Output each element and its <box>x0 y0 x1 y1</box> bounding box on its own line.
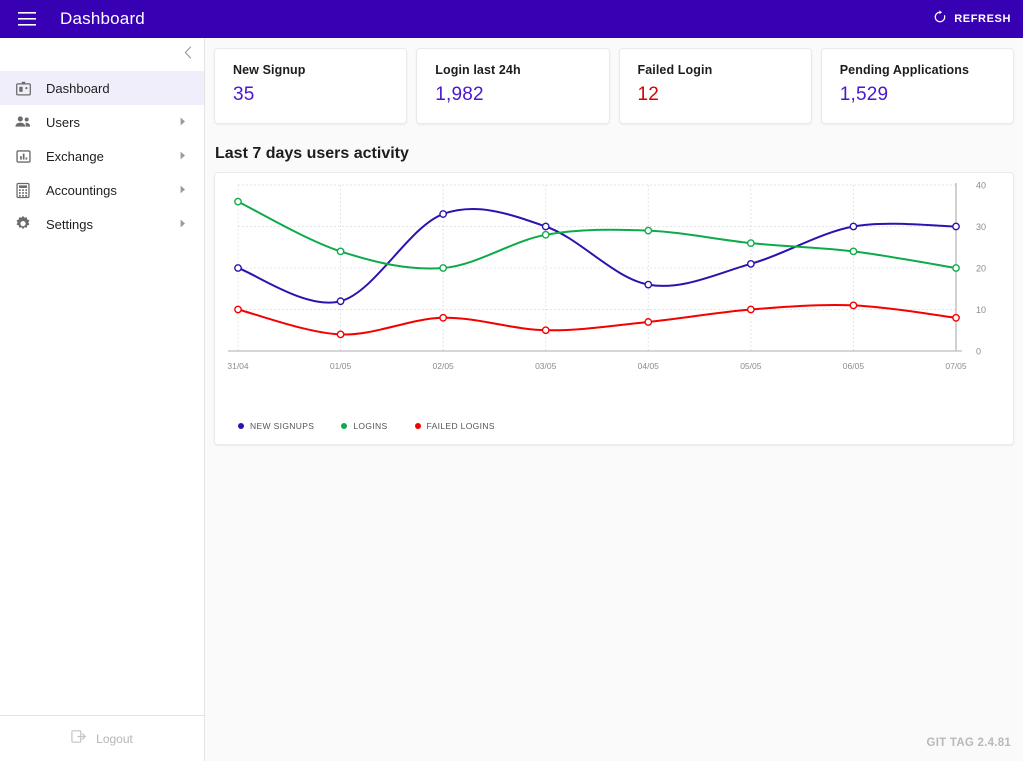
chevron-left-icon <box>184 45 192 64</box>
svg-text:30: 30 <box>976 222 986 232</box>
page-title: Dashboard <box>60 9 145 28</box>
svg-text:04/05: 04/05 <box>638 361 660 371</box>
stat-card-value: 1,982 <box>435 84 484 105</box>
users-icon <box>0 113 46 131</box>
dashboard-page: Dashboard REFRESH Dashboard Users Exchan… <box>0 0 1023 761</box>
gear-icon <box>0 215 46 233</box>
sidebar-item-accountings[interactable]: Accountings <box>0 173 204 207</box>
sidebar: Dashboard Users Exchange Accountings Set… <box>0 38 205 761</box>
sidebar-item-label: Exchange <box>46 148 104 164</box>
sidebar-item-label: Accountings <box>46 182 117 198</box>
stat-card-value: 1,529 <box>839 84 889 105</box>
svg-text:02/05: 02/05 <box>433 361 455 371</box>
activity-chart: 0 10 20 30 40 31/04 01/05 02/05 03/05 04/05 05/05 0… <box>215 173 1013 444</box>
legend-label: LOGINS <box>353 421 388 431</box>
sidebar-item-users[interactable]: Users <box>0 105 204 139</box>
sidebar-item-settings[interactable]: Settings <box>0 207 204 241</box>
stat-card-new-signup: New Signup 35 <box>214 48 408 124</box>
hamburger-menu-icon[interactable] <box>8 0 46 38</box>
stats-card-row: New Signup 35 Login last 24h 1,982 Faile… <box>214 48 1014 124</box>
sidebar-item-arrow-icon <box>180 151 190 162</box>
legend-item-new-signups[interactable]: NEW SIGNUPS <box>238 421 314 431</box>
svg-text:40: 40 <box>976 181 986 191</box>
legend-label: NEW SIGNUPS <box>250 421 315 431</box>
stat-card-title: New Signup <box>233 63 306 77</box>
legend-color-dot <box>414 423 421 429</box>
dashboard-icon <box>0 80 46 97</box>
chart-bar-icon <box>0 148 46 165</box>
svg-text:31/04: 31/04 <box>227 361 249 371</box>
section-title: Last 7 days users activity <box>215 145 409 162</box>
stat-card-title: Login last 24h <box>435 63 521 77</box>
logout-button[interactable]: Logout <box>0 715 204 761</box>
sidebar-item-arrow-icon <box>180 117 190 128</box>
legend-item-failed-logins[interactable]: FAILED LOGINS <box>414 421 495 431</box>
sidebar-nav: Dashboard Users Exchange Accountings Set… <box>0 71 204 715</box>
sidebar-item-arrow-icon <box>180 219 190 230</box>
activity-chart-card: 0 10 20 30 40 31/04 01/05 02/05 03/05 04/05 05/05 0… <box>214 172 1014 445</box>
refresh-button[interactable]: REFRESH <box>933 9 1011 29</box>
sidebar-item-exchange[interactable]: Exchange <box>0 139 204 173</box>
stat-card-login-last-24h: Login last 24h 1,982 <box>416 48 610 124</box>
chart-canvas: 0 10 20 30 40 31/04 01/05 02/05 03/05 04/05 05/05 0… <box>227 181 986 372</box>
main-content: New Signup 35 Login last 24h 1,982 Faile… <box>205 38 1023 761</box>
logout-icon <box>71 729 87 749</box>
stat-card-pending-applications: Pending Applications 1,529 <box>820 48 1014 124</box>
logout-label: Logout <box>96 731 133 746</box>
stat-card-title: Failed Login <box>637 63 713 77</box>
legend-item-logins[interactable]: LOGINS <box>341 421 387 431</box>
git-tag-label: GIT TAG 2.4.81 <box>926 737 1011 749</box>
svg-text:07/05: 07/05 <box>945 361 967 371</box>
chart-legend: NEW SIGNUPS LOGINS FAILED LOGINS <box>238 421 495 431</box>
stat-card-failed-login: Failed Login 12 <box>618 48 812 124</box>
refresh-label: REFRESH <box>954 13 1011 25</box>
svg-text:20: 20 <box>976 264 986 274</box>
svg-text:03/05: 03/05 <box>535 361 557 371</box>
sidebar-item-label: Users <box>46 114 80 130</box>
stat-card-title: Pending Applications <box>839 63 970 77</box>
sidebar-item-label: Settings <box>46 216 93 232</box>
sidebar-collapse-button[interactable] <box>0 38 204 71</box>
stat-card-value: 12 <box>637 84 660 105</box>
stat-card-value: 35 <box>233 84 255 105</box>
refresh-icon <box>933 9 947 29</box>
sidebar-item-label: Dashboard <box>46 80 110 96</box>
calculator-icon <box>0 182 46 199</box>
svg-text:05/05: 05/05 <box>740 361 762 371</box>
svg-text:01/05: 01/05 <box>330 361 352 371</box>
app-bar: Dashboard REFRESH <box>0 0 1023 38</box>
legend-label: FAILED LOGINS <box>426 421 495 431</box>
svg-text:0: 0 <box>976 347 981 357</box>
sidebar-item-arrow-icon <box>180 185 190 196</box>
legend-color-dot <box>238 423 244 429</box>
sidebar-item-dashboard[interactable]: Dashboard <box>0 71 204 105</box>
svg-text:06/05: 06/05 <box>843 361 865 371</box>
svg-text:10: 10 <box>976 305 986 315</box>
legend-color-dot <box>341 423 348 429</box>
